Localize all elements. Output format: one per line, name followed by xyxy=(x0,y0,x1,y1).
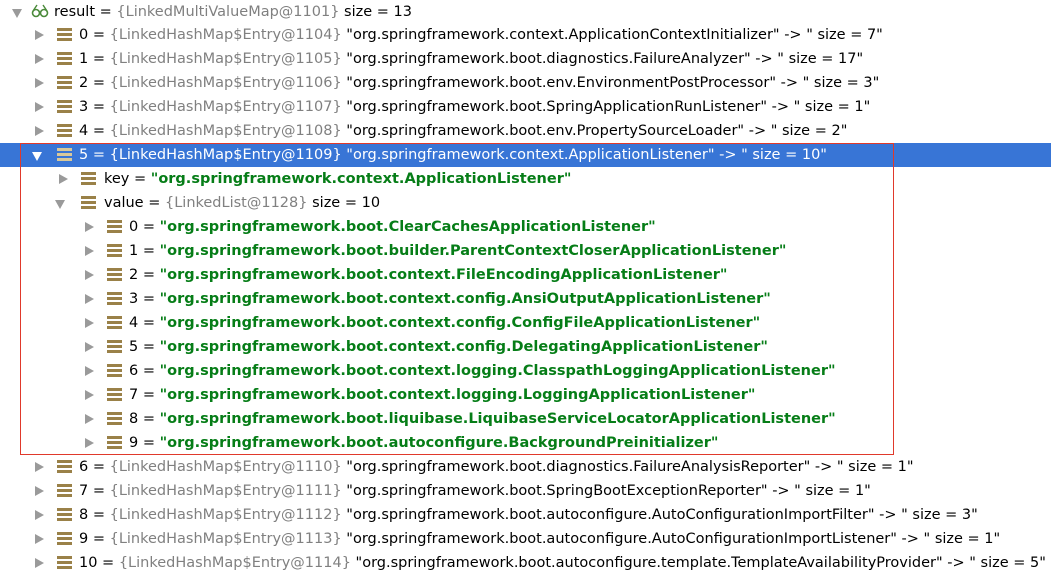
expand-arrow-icon[interactable] xyxy=(83,311,95,335)
tree-row-entry[interactable]: 10 = {LinkedHashMap$Entry@1114} "org.spr… xyxy=(0,551,1051,575)
field-icon xyxy=(57,148,72,162)
expand-arrow-icon[interactable] xyxy=(33,23,45,47)
expand-arrow-icon[interactable] xyxy=(33,551,45,575)
field-icon xyxy=(57,556,72,570)
entry-label: 5 = {LinkedHashMap$Entry@1109} "org.spri… xyxy=(79,147,827,163)
tree-row-entry-selected[interactable]: 5 = {LinkedHashMap$Entry@1109} "org.spri… xyxy=(0,143,1051,167)
tree-row-entry[interactable]: 8 = {LinkedHashMap$Entry@1112} "org.spri… xyxy=(0,503,1051,527)
tree-row-entry[interactable]: 3 = {LinkedHashMap$Entry@1107} "org.spri… xyxy=(0,95,1051,119)
expand-arrow-icon[interactable] xyxy=(33,527,45,551)
field-icon xyxy=(57,532,72,546)
root-label: result = {LinkedMultiValueMap@1101} size… xyxy=(54,4,412,20)
expand-arrow-icon[interactable] xyxy=(83,335,95,359)
listener-label: 1 = "org.springframework.boot.builder.Pa… xyxy=(129,243,787,259)
expand-arrow-icon[interactable] xyxy=(83,215,95,239)
tree-row-listener[interactable]: 2 = "org.springframework.boot.context.Fi… xyxy=(0,263,1051,287)
expand-arrow-icon[interactable] xyxy=(33,503,45,527)
entry-label: 4 = {LinkedHashMap$Entry@1108} "org.spri… xyxy=(79,123,848,139)
expand-arrow-icon[interactable] xyxy=(33,95,45,119)
field-icon xyxy=(107,388,122,402)
entry-label: 7 = {LinkedHashMap$Entry@1111} "org.spri… xyxy=(79,483,871,499)
listener-label: 4 = "org.springframework.boot.context.co… xyxy=(129,315,761,331)
field-icon xyxy=(81,172,96,186)
expand-arrow-icon[interactable] xyxy=(33,455,45,479)
listener-label: 3 = "org.springframework.boot.context.co… xyxy=(129,291,771,307)
tree-row-listener[interactable]: 4 = "org.springframework.boot.context.co… xyxy=(0,311,1051,335)
tree-row-listener[interactable]: 7 = "org.springframework.boot.context.lo… xyxy=(0,383,1051,407)
tree-row-root[interactable]: result = {LinkedMultiValueMap@1101} size… xyxy=(0,0,1051,24)
entry-label: 6 = {LinkedHashMap$Entry@1110} "org.spri… xyxy=(79,459,914,475)
tree-row-listener[interactable]: 3 = "org.springframework.boot.context.co… xyxy=(0,287,1051,311)
expand-arrow-icon[interactable] xyxy=(83,407,95,431)
tree-row-listener[interactable]: 5 = "org.springframework.boot.context.co… xyxy=(0,335,1051,359)
tree-row-listener[interactable]: 6 = "org.springframework.boot.context.lo… xyxy=(0,359,1051,383)
field-icon xyxy=(107,412,122,426)
entry-label: 2 = {LinkedHashMap$Entry@1106} "org.spri… xyxy=(79,75,880,91)
collapse-arrow-icon[interactable] xyxy=(55,191,67,215)
field-icon xyxy=(107,316,122,330)
watch-glasses-icon xyxy=(31,4,49,18)
expand-arrow-icon[interactable] xyxy=(33,47,45,71)
field-icon xyxy=(107,436,122,450)
tree-row-key[interactable]: key = "org.springframework.context.Appli… xyxy=(0,167,1051,191)
expand-arrow-icon[interactable] xyxy=(33,71,45,95)
listener-label: 5 = "org.springframework.boot.context.co… xyxy=(129,339,768,355)
tree-row-entry[interactable]: 0 = {LinkedHashMap$Entry@1104} "org.spri… xyxy=(0,23,1051,47)
expand-arrow-icon[interactable] xyxy=(83,383,95,407)
field-icon xyxy=(57,508,72,522)
field-icon xyxy=(57,460,72,474)
field-icon xyxy=(57,484,72,498)
tree-row-listener[interactable]: 1 = "org.springframework.boot.builder.Pa… xyxy=(0,239,1051,263)
entry-label: 1 = {LinkedHashMap$Entry@1105} "org.spri… xyxy=(79,51,864,67)
entry-label: 8 = {LinkedHashMap$Entry@1112} "org.spri… xyxy=(79,507,978,523)
listener-label: 2 = "org.springframework.boot.context.Fi… xyxy=(129,267,728,283)
expand-arrow-icon[interactable] xyxy=(83,359,95,383)
listener-label: 8 = "org.springframework.boot.liquibase.… xyxy=(129,411,836,427)
value-label: value = {LinkedList@1128} size = 10 xyxy=(104,195,381,211)
field-icon xyxy=(57,124,72,138)
expand-arrow-icon[interactable] xyxy=(83,239,95,263)
key-label: key = "org.springframework.context.Appli… xyxy=(104,171,572,187)
field-icon xyxy=(107,364,122,378)
field-icon xyxy=(57,28,72,42)
expand-arrow-icon[interactable] xyxy=(83,431,95,455)
tree-row-value[interactable]: value = {LinkedList@1128} size = 10 xyxy=(0,191,1051,215)
expand-arrow-icon[interactable] xyxy=(33,119,45,143)
entry-label: 10 = {LinkedHashMap$Entry@1114} "org.spr… xyxy=(79,555,1046,571)
listener-label: 6 = "org.springframework.boot.context.lo… xyxy=(129,363,836,379)
tree-row-listener[interactable]: 0 = "org.springframework.boot.ClearCache… xyxy=(0,215,1051,239)
tree-row-entry[interactable]: 4 = {LinkedHashMap$Entry@1108} "org.spri… xyxy=(0,119,1051,143)
field-icon xyxy=(107,220,122,234)
entry-label: 9 = {LinkedHashMap$Entry@1113} "org.spri… xyxy=(79,531,1001,547)
tree-row-entry[interactable]: 6 = {LinkedHashMap$Entry@1110} "org.spri… xyxy=(0,455,1051,479)
listener-label: 7 = "org.springframework.boot.context.lo… xyxy=(129,387,756,403)
entry-label: 3 = {LinkedHashMap$Entry@1107} "org.spri… xyxy=(79,99,871,115)
field-icon xyxy=(107,244,122,258)
field-icon xyxy=(57,76,72,90)
entry-label: 0 = {LinkedHashMap$Entry@1104} "org.spri… xyxy=(79,27,883,43)
tree-row-entry[interactable]: 2 = {LinkedHashMap$Entry@1106} "org.spri… xyxy=(0,71,1051,95)
listener-label: 9 = "org.springframework.boot.autoconfig… xyxy=(129,435,719,451)
field-icon xyxy=(107,268,122,282)
field-icon xyxy=(81,196,96,210)
expand-arrow-icon[interactable] xyxy=(57,167,69,191)
tree-row-entry[interactable]: 9 = {LinkedHashMap$Entry@1113} "org.spri… xyxy=(0,527,1051,551)
expand-arrow-icon[interactable] xyxy=(33,479,45,503)
expand-arrow-icon[interactable] xyxy=(83,287,95,311)
collapse-arrow-icon[interactable] xyxy=(12,0,24,24)
listener-label: 0 = "org.springframework.boot.ClearCache… xyxy=(129,219,656,235)
field-icon xyxy=(107,292,122,306)
tree-row-listener[interactable]: 8 = "org.springframework.boot.liquibase.… xyxy=(0,407,1051,431)
tree-row-entry[interactable]: 1 = {LinkedHashMap$Entry@1105} "org.spri… xyxy=(0,47,1051,71)
collapse-arrow-icon[interactable] xyxy=(32,143,44,167)
field-icon xyxy=(57,100,72,114)
field-icon xyxy=(107,340,122,354)
tree-row-entry[interactable]: 7 = {LinkedHashMap$Entry@1111} "org.spri… xyxy=(0,479,1051,503)
field-icon xyxy=(57,52,72,66)
expand-arrow-icon[interactable] xyxy=(83,263,95,287)
tree-row-listener[interactable]: 9 = "org.springframework.boot.autoconfig… xyxy=(0,431,1051,455)
